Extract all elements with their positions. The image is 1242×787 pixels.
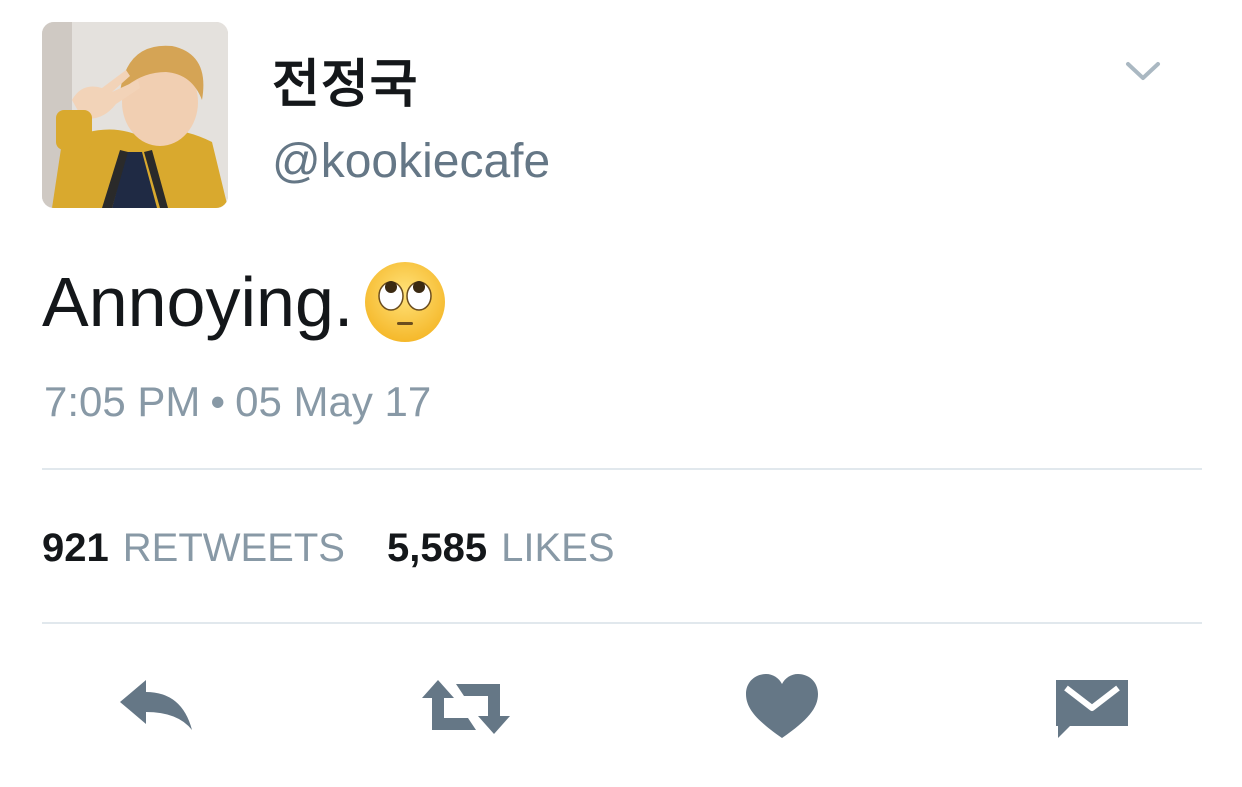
retweets-label: RETWEETS [122, 526, 345, 570]
direct-message-button[interactable] [1052, 672, 1132, 742]
tweet-timestamp[interactable]: 7:05 PM • 05 May 17 [44, 378, 431, 426]
envelope-icon [1056, 680, 1128, 738]
tweet-time: 7:05 PM [44, 378, 201, 425]
tweet-text-content: Annoying. [42, 263, 354, 341]
tweet-text: Annoying. [42, 260, 447, 344]
retweet-button[interactable] [418, 672, 510, 742]
timestamp-separator: • [210, 378, 226, 425]
avatar[interactable] [42, 22, 228, 208]
user-handle[interactable]: @kookiecafe [272, 134, 550, 189]
likes-stat[interactable]: 5,585 LIKES [387, 526, 615, 571]
divider [42, 468, 1202, 470]
heart-icon [746, 674, 818, 738]
likes-count: 5,585 [386, 526, 488, 570]
divider [42, 622, 1202, 624]
retweets-count: 921 [42, 526, 109, 570]
retweets-stat[interactable]: 921 RETWEETS [42, 526, 345, 571]
chevron-down-icon[interactable] [1120, 52, 1166, 92]
likes-label: LIKES [501, 526, 615, 570]
reply-icon [120, 680, 192, 730]
tweet-date: 05 May 17 [235, 378, 432, 425]
face-with-rolling-eyes-emoji-icon [363, 260, 447, 344]
reply-button[interactable] [116, 672, 196, 742]
tweet-stats: 921 RETWEETS 5,585 LIKES [42, 526, 657, 571]
retweet-icon [422, 680, 510, 734]
like-button[interactable] [742, 672, 822, 742]
display-name[interactable]: 전정국 [272, 42, 419, 117]
